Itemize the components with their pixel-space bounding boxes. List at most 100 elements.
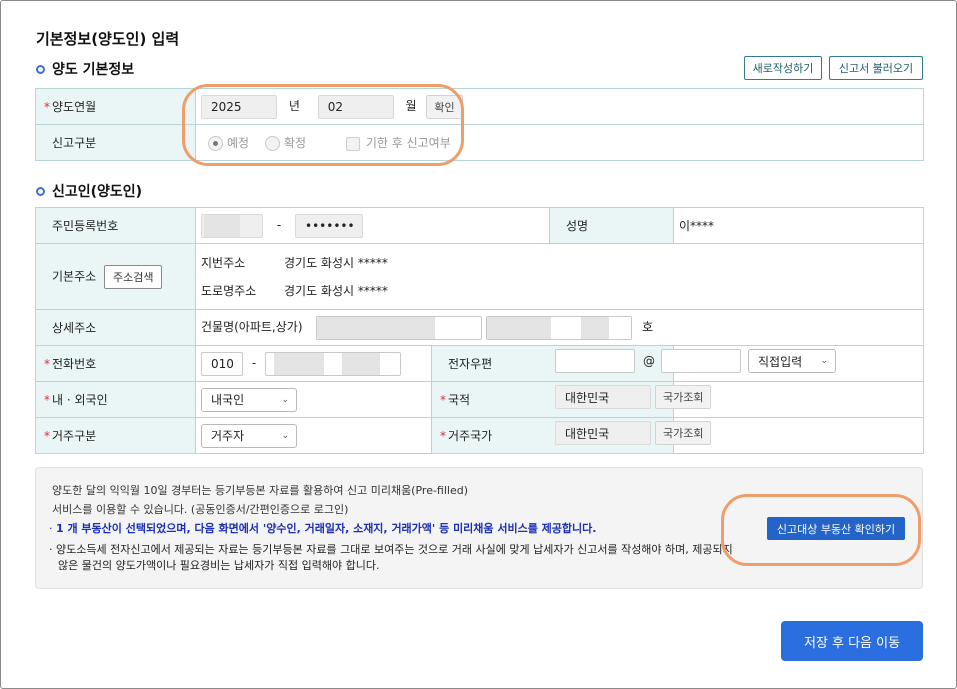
required-mark: * xyxy=(440,393,446,407)
address-search-button[interactable]: 주소검색 xyxy=(104,264,163,289)
row-detail-address: 상세주소 건물명(아파트,상가) 호 xyxy=(35,309,924,346)
rrn-dash: - xyxy=(276,218,282,232)
page-title: 기본정보(양도인) 입력 xyxy=(36,30,180,48)
radio-final[interactable] xyxy=(264,136,280,151)
transfer-info-table: * 양도연월 2025 년 02 월 확인 신고구분 예정 확정 기한 후 신고여… xyxy=(35,88,924,161)
section-title-reporter: 신고인(양도인) xyxy=(36,181,142,201)
email-controls: @ 직접입력 ⌄ xyxy=(555,349,836,373)
building-label: 건물명(아파트,상가) xyxy=(201,320,303,334)
section-title-transfer: 양도 기본정보 xyxy=(36,59,134,79)
unit-number-input[interactable] xyxy=(486,315,633,340)
chevron-down-icon: ⌄ xyxy=(820,356,828,366)
row-residence: * 거주구분 거주자 ⌄ * 거주국가 xyxy=(35,417,924,454)
detail-label: 상세주소 xyxy=(35,309,196,346)
required-mark: * xyxy=(440,429,446,443)
year-unit: 년 xyxy=(288,99,300,113)
radio-planned[interactable] xyxy=(208,136,223,151)
year-month-confirm-button[interactable]: 확인 xyxy=(426,94,463,119)
email-at: @ xyxy=(643,354,655,368)
country-label: 국적 xyxy=(448,393,471,407)
required-mark: * xyxy=(44,357,50,371)
phone-label: 전화번호 xyxy=(52,357,97,371)
info-bullet-2-text: 양도소득세 전자신고에서 제공되는 자료는 등기부등본 자료를 그대로 보여주는… xyxy=(56,543,733,556)
chevron-down-icon: ⌄ xyxy=(281,430,289,441)
reporter-info-table: 주민등록번호 - ••••••• 성명 이**** 기본주소 주소검색 지번주소… xyxy=(35,207,924,454)
residence-select[interactable]: 거주자 ⌄ xyxy=(201,423,297,448)
residence-country-controls: 대한민국 국가조회 xyxy=(555,421,712,445)
report-type-cell: 예정 확정 기한 후 신고여부 xyxy=(195,124,924,161)
report-type-label: 신고구분 xyxy=(35,124,196,161)
phone-label-cell: * 전화번호 xyxy=(35,345,196,382)
name-label: 성명 xyxy=(549,207,674,244)
country-search-button[interactable]: 국가조회 xyxy=(655,385,712,409)
info-line-1: 양도한 달의 익익월 10일 경부터는 등기부등본 자료를 활용하여 신고 미리… xyxy=(52,484,469,497)
name-value: 이**** xyxy=(673,207,924,244)
bullet-dot-icon xyxy=(36,64,45,74)
addr-label-cell: 기본주소 주소검색 xyxy=(35,243,196,310)
required-mark: * xyxy=(44,393,50,407)
email-domain-select-value: 직접입력 xyxy=(758,354,803,369)
detail-cell: 건물명(아파트,상가) 호 xyxy=(195,309,924,346)
building-name-input[interactable] xyxy=(316,315,483,340)
phone-dash: - xyxy=(251,356,257,370)
nationality-type-cell: 내국인 ⌄ xyxy=(195,381,432,418)
required-mark: * xyxy=(44,100,50,114)
residence-label: 거주구분 xyxy=(52,429,97,443)
residence-label-cell: * 거주구분 xyxy=(35,417,196,454)
residence-country-input: 대한민국 xyxy=(555,421,651,445)
row-nationality: * 내 · 외국인 내국인 ⌄ * 국적 xyxy=(35,381,924,418)
month-unit: 월 xyxy=(405,99,417,113)
late-report-label: 기한 후 신고여부 xyxy=(365,136,451,150)
confirm-property-button[interactable]: 신고대상 부동산 확인하기 xyxy=(767,517,905,540)
year-input[interactable]: 2025 xyxy=(201,94,277,119)
addr-label: 기본주소 xyxy=(52,269,97,283)
residence-country-search-button[interactable]: 국가조회 xyxy=(655,421,712,445)
year-month-cell: 2025 년 02 월 확인 xyxy=(195,88,924,125)
bullet-dot-icon xyxy=(36,186,45,196)
new-form-button[interactable]: 새로작성하기 xyxy=(744,56,822,80)
info-bullet-2: · 양도소득세 전자신고에서 제공되는 자료는 등기부등본 자료를 그대로 보여… xyxy=(49,543,733,556)
country-input: 대한민국 xyxy=(555,385,651,409)
rrn-cell: - ••••••• xyxy=(195,207,550,244)
late-report-checkbox[interactable] xyxy=(345,136,360,151)
radio-planned-label: 예정 xyxy=(227,136,250,150)
country-controls: 대한민국 국가조회 xyxy=(555,385,712,409)
rrn-label: 주민등록번호 xyxy=(35,207,196,244)
row-rrn: 주민등록번호 - ••••••• 성명 이**** xyxy=(35,207,924,244)
rrn-front-input[interactable] xyxy=(201,213,263,238)
lot-addr-value: 경기도 화성시 ***** xyxy=(284,256,388,270)
rrn-back-input[interactable]: ••••••• xyxy=(295,213,363,238)
chevron-down-icon: ⌄ xyxy=(281,394,289,405)
nationality-type-select[interactable]: 내국인 ⌄ xyxy=(201,387,297,412)
road-addr-label: 도로명주소 xyxy=(201,284,257,298)
section-title-reporter-label: 신고인(양도인) xyxy=(52,184,143,200)
phone-number-input[interactable] xyxy=(265,351,401,376)
email-domain-input[interactable] xyxy=(661,349,741,373)
required-mark: * xyxy=(44,429,50,443)
nationality-type-value: 내국인 xyxy=(211,393,245,407)
phone-cell: 010 - xyxy=(195,345,432,382)
row-address: 기본주소 주소검색 지번주소 경기도 화성시 ***** 도로명주소 경기도 화… xyxy=(35,243,924,310)
save-next-button[interactable]: 저장 후 다음 이동 xyxy=(781,621,923,661)
month-input[interactable]: 02 xyxy=(317,94,394,119)
ho-unit: 호 xyxy=(641,320,654,334)
year-month-label: 양도연월 xyxy=(52,100,97,114)
email-domain-select[interactable]: 직접입력 ⌄ xyxy=(748,349,836,373)
row-year-month: * 양도연월 2025 년 02 월 확인 xyxy=(35,88,924,125)
lot-addr-label: 지번주소 xyxy=(201,256,246,270)
info-bullet-1: · 1 개 부동산이 선택되었으며, 다음 화면에서 '양수인, 거래일자, 소… xyxy=(49,522,597,535)
info-line-2: 서비스를 이용할 수 있습니다. (공동인증서/간편인증으로 로그인) xyxy=(52,503,349,516)
info-bullet-2-cont: 않은 물건의 양도가액이나 필요경비는 납세자가 직접 입력해야 합니다. xyxy=(58,559,380,572)
phone-prefix-input[interactable]: 010 xyxy=(201,351,243,376)
residence-cell: 거주자 ⌄ xyxy=(195,417,432,454)
year-month-label-cell: * 양도연월 xyxy=(35,88,196,125)
email-id-input[interactable] xyxy=(555,349,635,373)
addr-cell: 지번주소 경기도 화성시 ***** 도로명주소 경기도 화성시 ***** xyxy=(195,243,924,310)
info-bullet-1-text: 1 개 부동산이 선택되었으며, 다음 화면에서 '양수인, 거래일자, 소재지… xyxy=(56,522,597,535)
section-title-transfer-label: 양도 기본정보 xyxy=(52,62,135,78)
load-form-button[interactable]: 신고서 불러오기 xyxy=(829,56,923,80)
road-addr-value: 경기도 화성시 ***** xyxy=(284,284,388,298)
residence-value: 거주자 xyxy=(211,429,245,443)
radio-final-label: 확정 xyxy=(283,136,307,150)
residence-country-label: 거주국가 xyxy=(448,429,493,443)
